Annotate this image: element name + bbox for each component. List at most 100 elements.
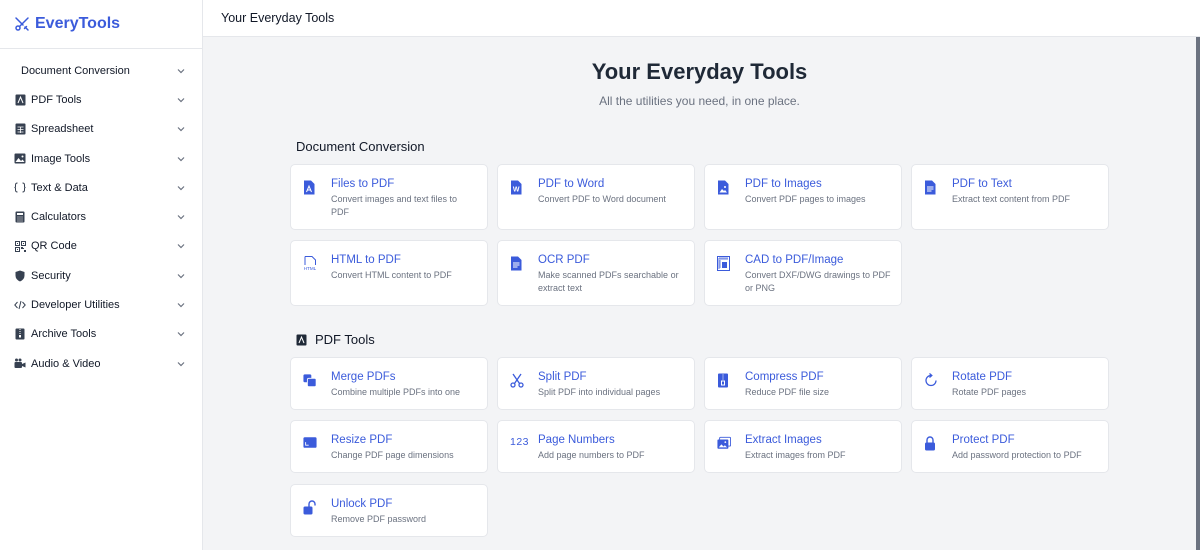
merge-icon bbox=[303, 373, 317, 389]
card-description: Convert DXF/DWG drawings to PDF or PNG bbox=[745, 270, 891, 293]
tool-card-resize-pdf[interactable]: Resize PDF Change PDF page dimensions bbox=[290, 420, 488, 473]
card-description: Add password protection to PDF bbox=[952, 450, 1082, 460]
page-title: Your Everyday Tools bbox=[591, 59, 808, 84]
sidebar-item-label: Audio & Video bbox=[31, 357, 101, 370]
top-bar-title: Your Everyday Tools bbox=[221, 11, 335, 25]
sidebar-item-archive-tools[interactable]: Archive Tools bbox=[0, 320, 202, 349]
svg-text:HTML: HTML bbox=[304, 266, 317, 271]
archive-icon bbox=[14, 328, 26, 340]
section-title-pdf-tools: PDF Tools bbox=[296, 332, 375, 347]
tool-card-pdf-to-text[interactable]: PDF to Text Extract text content from PD… bbox=[911, 164, 1109, 230]
card-description: Split PDF into individual pages bbox=[538, 387, 661, 397]
chevron-down-icon bbox=[176, 329, 186, 339]
card-description: Remove PDF password bbox=[331, 514, 427, 524]
code-icon bbox=[14, 299, 26, 311]
sidebar-item-label: PDF Tools bbox=[31, 93, 82, 106]
tool-card-compress-pdf[interactable]: Compress PDF Reduce PDF file size bbox=[704, 357, 902, 410]
sidebar-nav: Document Conversion PDF Tools Spreadshee… bbox=[0, 49, 202, 378]
numbers-icon: 123 bbox=[510, 436, 530, 448]
chevron-down-icon bbox=[176, 241, 186, 251]
sidebar-item-developer-utilities[interactable]: Developer Utilities bbox=[0, 290, 202, 319]
pdf-icon bbox=[14, 94, 26, 106]
images-icon bbox=[717, 436, 731, 452]
tools-icon bbox=[14, 16, 30, 32]
card-title: Compress PDF bbox=[745, 371, 824, 383]
chevron-down-icon bbox=[176, 66, 186, 76]
section-title-label: PDF Tools bbox=[315, 332, 375, 347]
sidebar-item-text-data[interactable]: Text & Data bbox=[0, 173, 202, 202]
compress-icon bbox=[717, 373, 731, 389]
sidebar-item-label: Security bbox=[31, 269, 71, 282]
svg-text:W: W bbox=[513, 187, 520, 194]
card-description: Extract images from PDF bbox=[745, 450, 846, 460]
tool-card-pdf-to-images[interactable]: PDF to Images Convert PDF pages to image… bbox=[704, 164, 902, 230]
page-subtitle: All the utilities you need, in one place… bbox=[599, 94, 800, 108]
card-description: Combine multiple PDFs into one bbox=[331, 387, 461, 397]
shield-icon bbox=[14, 270, 26, 282]
section-title-document-conversion: Document Conversion bbox=[296, 139, 425, 154]
resize-icon bbox=[303, 436, 317, 452]
card-description: Change PDF page dimensions bbox=[331, 450, 454, 460]
card-title: Rotate PDF bbox=[952, 371, 1013, 383]
brand-name: EveryTools bbox=[35, 15, 121, 32]
card-description: Reduce PDF file size bbox=[745, 387, 830, 397]
tool-card-unlock-pdf[interactable]: Unlock PDF Remove PDF password bbox=[290, 484, 488, 537]
sidebar-item-audio-video[interactable]: Audio & Video bbox=[0, 349, 202, 378]
card-title: Unlock PDF bbox=[331, 498, 393, 510]
word-icon: W bbox=[510, 180, 524, 196]
chevron-down-icon bbox=[176, 212, 186, 222]
brand[interactable]: EveryTools bbox=[0, 0, 202, 49]
chevron-down-icon bbox=[176, 154, 186, 164]
spreadsheet-icon bbox=[14, 123, 26, 135]
card-title: Protect PDF bbox=[952, 434, 1015, 446]
sidebar-item-label: Calculators bbox=[31, 211, 87, 224]
sidebar-item-label: Text & Data bbox=[31, 181, 88, 194]
tool-card-protect-pdf[interactable]: Protect PDF Add password protection to P… bbox=[911, 420, 1109, 473]
card-title: OCR PDF bbox=[538, 254, 590, 266]
chevron-down-icon bbox=[176, 271, 186, 281]
qr-code-icon bbox=[14, 240, 26, 252]
braces-icon bbox=[14, 182, 26, 194]
sidebar-item-security[interactable]: Security bbox=[0, 261, 202, 290]
card-description: Convert PDF pages to images bbox=[745, 194, 866, 204]
tool-card-html-to-pdf[interactable]: HTML HTML to PDF Convert HTML content to… bbox=[290, 240, 488, 306]
chevron-down-icon bbox=[176, 183, 186, 193]
unlock-icon bbox=[303, 500, 317, 516]
card-description: Extract text content from PDF bbox=[952, 194, 1071, 204]
sidebar-item-label: Document Conversion bbox=[21, 64, 130, 77]
sidebar: EveryTools Document Conversion PDF Tools… bbox=[0, 0, 203, 550]
chevron-down-icon bbox=[176, 359, 186, 369]
tool-card-ocr-pdf[interactable]: OCR PDF Make scanned PDFs searchable or … bbox=[497, 240, 695, 306]
tool-card-extract-images[interactable]: Extract Images Extract images from PDF bbox=[704, 420, 902, 473]
top-bar: Your Everyday Tools bbox=[203, 0, 1200, 37]
sidebar-item-spreadsheet[interactable]: Spreadsheet bbox=[0, 115, 202, 144]
card-title: HTML to PDF bbox=[331, 254, 401, 266]
chevron-down-icon bbox=[176, 124, 186, 134]
tool-card-split-pdf[interactable]: Split PDF Split PDF into individual page… bbox=[497, 357, 695, 410]
main-content: Your Everyday Tools All the utilities yo… bbox=[203, 37, 1200, 550]
sidebar-item-label: Archive Tools bbox=[31, 328, 97, 341]
cad-icon bbox=[717, 256, 731, 272]
image-file-icon bbox=[717, 180, 731, 196]
tool-card-cad-to-pdf-image[interactable]: CAD to PDF/Image Convert DXF/DWG drawing… bbox=[704, 240, 902, 306]
card-title: Split PDF bbox=[538, 371, 587, 383]
tool-card-files-to-pdf[interactable]: Files to PDF Convert images and text fil… bbox=[290, 164, 488, 230]
html-file-icon: HTML bbox=[303, 256, 317, 272]
card-description: Convert HTML content to PDF bbox=[331, 270, 452, 280]
card-description: Rotate PDF pages bbox=[952, 387, 1027, 397]
card-description: Add page numbers to PDF bbox=[538, 450, 645, 460]
text-file-icon bbox=[924, 180, 938, 196]
sidebar-item-label: Image Tools bbox=[31, 152, 91, 165]
card-title: PDF to Word bbox=[538, 178, 605, 190]
sidebar-item-qr-code[interactable]: QR Code bbox=[0, 232, 202, 261]
sidebar-item-document-conversion[interactable]: Document Conversion bbox=[0, 56, 202, 85]
tool-card-page-numbers[interactable]: 123 Page Numbers Add page numbers to PDF bbox=[497, 420, 695, 473]
card-description: Make scanned PDFs searchable or extract … bbox=[538, 270, 679, 293]
sidebar-item-pdf-tools[interactable]: PDF Tools bbox=[0, 85, 202, 114]
tool-card-pdf-to-word[interactable]: W PDF to Word Convert PDF to Word docume… bbox=[497, 164, 695, 230]
tool-card-rotate-pdf[interactable]: Rotate PDF Rotate PDF pages bbox=[911, 357, 1109, 410]
sidebar-item-calculators[interactable]: Calculators bbox=[0, 202, 202, 231]
tool-card-merge-pdfs[interactable]: Merge PDFs Combine multiple PDFs into on… bbox=[290, 357, 488, 410]
sidebar-item-label: QR Code bbox=[31, 240, 77, 253]
sidebar-item-image-tools[interactable]: Image Tools bbox=[0, 144, 202, 173]
